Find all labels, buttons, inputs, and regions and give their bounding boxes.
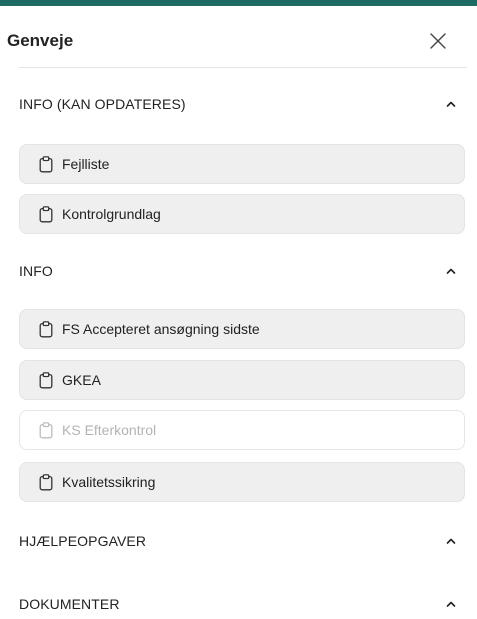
close-button[interactable] [428,31,448,51]
shortcut-item-ks-efterkontrol: KS Efterkontrol [19,410,465,450]
clipboard-icon [39,320,53,337]
top-accent-bar [0,0,477,6]
shortcut-label: FS Accepteret ansøgning sidste [62,321,260,337]
shortcut-item-gkea[interactable]: GKEA [19,360,465,400]
panel-title: Genveje [7,31,74,50]
section-header-info[interactable]: INFO [19,256,467,286]
section-header-info-kan-opdateres[interactable]: INFO (KAN OPDATERES) [19,89,467,119]
chevron-up-icon [446,101,456,107]
shortcut-item-kvalitetssikring[interactable]: Kvalitetssikring [19,462,465,502]
shortcut-label: GKEA [62,372,101,388]
shortcut-label: Fejlliste [62,156,110,172]
section-label: INFO (KAN OPDATERES) [19,96,186,112]
clipboard-icon [39,205,53,222]
chevron-up-icon [446,601,456,607]
section-label: INFO [19,263,53,279]
close-icon [430,33,446,49]
chevron-up-icon [446,268,456,274]
shortcut-item-fejlliste[interactable]: Fejlliste [19,144,465,184]
shortcut-label: KS Efterkontrol [62,422,157,438]
clipboard-icon [39,421,53,438]
header-divider [19,67,467,68]
shortcut-item-fs-accepteret-ansogning-sidste[interactable]: FS Accepteret ansøgning sidste [19,309,465,349]
shortcut-label: Kontrolgrundlag [62,206,161,222]
section-label: HJÆLPEOPGAVER [19,533,147,549]
shortcut-label: Kvalitetssikring [62,474,156,490]
section-label: DOKUMENTER [19,596,120,612]
shortcut-item-kontrolgrundlag[interactable]: Kontrolgrundlag [19,194,465,234]
section-header-dokumenter[interactable]: DOKUMENTER [19,589,467,619]
clipboard-icon [39,371,53,388]
clipboard-icon [39,155,53,172]
section-header-hjaelpeopgaver[interactable]: HJÆLPEOPGAVER [19,526,467,556]
chevron-up-icon [446,538,456,544]
clipboard-icon [39,473,53,490]
